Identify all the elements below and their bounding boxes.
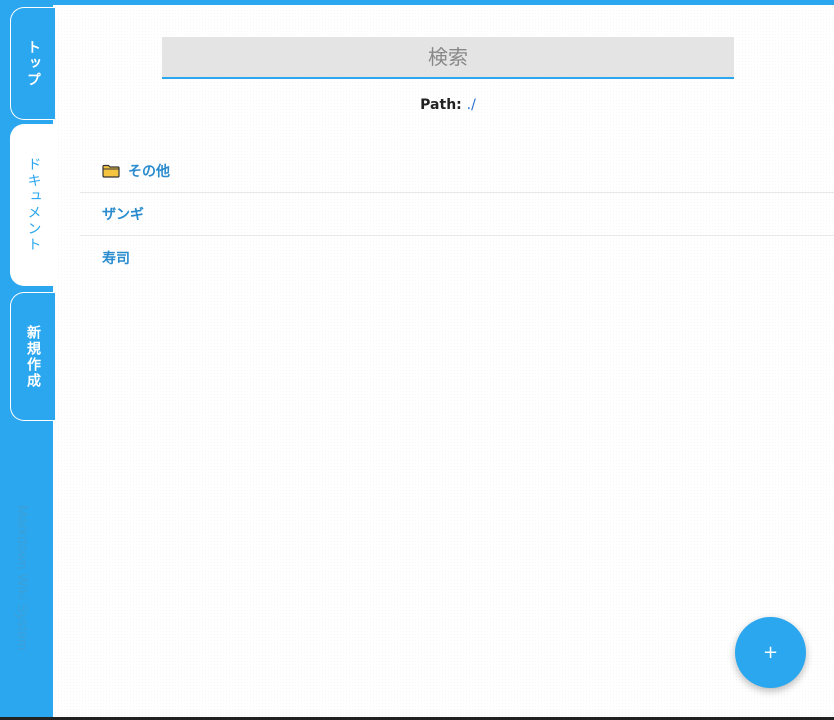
tab-top[interactable]: トップ xyxy=(10,7,55,120)
sidebar: トップ ドキュメント 新規作成 Markdown Wiki System xyxy=(0,0,56,718)
path-value[interactable]: ./ xyxy=(467,97,476,113)
plus-icon: + xyxy=(762,642,779,663)
path-breadcrumb: Path: ./ xyxy=(162,97,734,113)
path-label: Path: xyxy=(420,97,462,113)
tab-new[interactable]: 新規作成 xyxy=(10,292,55,421)
list-item-label: 寿司 xyxy=(102,250,130,267)
folder-icon xyxy=(102,164,120,178)
app-title: Markdown Wiki System xyxy=(15,505,31,651)
tab-new-label: 新規作成 xyxy=(25,324,41,389)
tab-top-label: トップ xyxy=(25,39,41,88)
list-item-folder[interactable]: その他 xyxy=(80,150,834,193)
list-item-label: その他 xyxy=(128,164,170,180)
list-item[interactable]: ザンギ xyxy=(80,193,834,236)
tab-documents-label: ドキュメント xyxy=(25,157,42,253)
top-accent-bar xyxy=(0,0,834,5)
tab-documents[interactable]: ドキュメント xyxy=(10,124,56,286)
list-item-label: ザンギ xyxy=(102,207,144,223)
list-item[interactable]: 寿司 xyxy=(80,236,834,279)
document-list: その他 ザンギ 寿司 xyxy=(80,150,834,279)
add-button[interactable]: + xyxy=(735,617,806,688)
search-input[interactable] xyxy=(162,37,734,79)
